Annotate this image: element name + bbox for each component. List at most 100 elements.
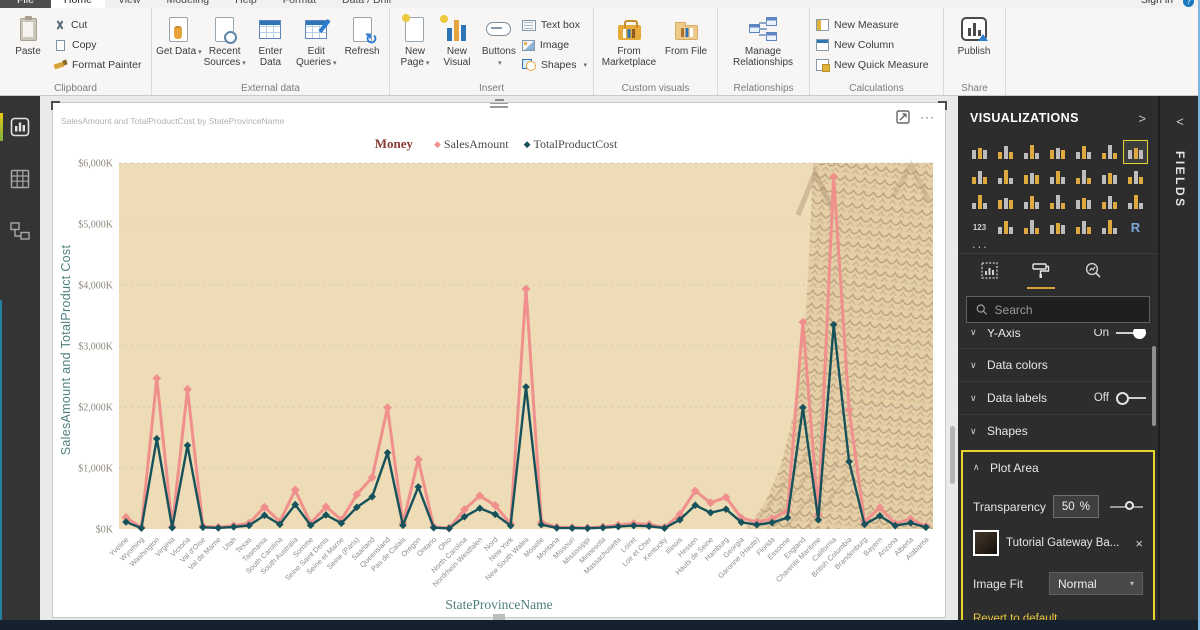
viz-type-matrix[interactable] (1097, 215, 1122, 239)
cut-label: Cut (71, 19, 88, 31)
viz-type-funnel[interactable] (1097, 190, 1122, 214)
paste-button[interactable]: Paste (4, 13, 52, 77)
viz-type-table[interactable] (1071, 215, 1096, 239)
search-input[interactable] (994, 302, 1140, 317)
manage-relationships-button[interactable]: Manage Relationships (722, 13, 804, 77)
enter-data-button[interactable]: Enter Data (248, 13, 294, 77)
new-page-button[interactable]: New Page ▾ (394, 13, 436, 77)
transparency-input[interactable]: 50 % (1052, 495, 1099, 518)
viz-type-stacked-column-chart[interactable] (993, 140, 1018, 164)
new-column-button[interactable]: New Column (816, 37, 937, 54)
canvas-scrollbar-thumb[interactable] (950, 426, 955, 484)
edit-queries-button[interactable]: Edit Queries ▾ (293, 13, 339, 77)
viz-type-stacked-area-chart[interactable] (993, 165, 1018, 189)
report-canvas[interactable]: ··· SalesAmount and TotalProductCost by … (40, 96, 958, 630)
sign-in-link[interactable]: Sign in (1141, 0, 1173, 8)
viz-type-line-clustered-column-chart[interactable] (1019, 165, 1044, 189)
viz-type-gauge[interactable] (1123, 190, 1148, 214)
new-measure-button[interactable]: New Measure (816, 17, 937, 34)
transparency-slider[interactable] (1109, 500, 1143, 510)
viz-type-ribbon-chart[interactable] (1071, 165, 1096, 189)
focus-mode-icon[interactable] (896, 110, 910, 124)
sidebar-item-data-view[interactable] (0, 158, 40, 200)
chart-plot[interactable]: $6,000K $5,000K $4,000K $3,000K $2,000K $1,00… (53, 155, 947, 601)
format-painter-button[interactable]: Format Painter (54, 57, 141, 74)
image-label: Image (539, 39, 570, 51)
viz-type-r-script[interactable]: R (1123, 215, 1148, 239)
collapse-pane-icon[interactable]: > (1138, 111, 1146, 126)
buttons-button[interactable]: Buttons ▾ (478, 13, 520, 77)
from-marketplace-button[interactable]: From Marketplace (598, 13, 660, 77)
sidebar-item-report-view[interactable] (0, 106, 40, 148)
tab-view[interactable]: View (105, 0, 154, 8)
shapes-button[interactable]: Shapes ▾ (521, 57, 587, 74)
more-options-icon[interactable]: ··· (920, 111, 935, 123)
legend-item-totalproductcost[interactable]: ◆ TotalProductCost (524, 137, 618, 151)
visual-drag-handle-icon[interactable] (490, 99, 508, 108)
viz-type-line-chart[interactable] (1123, 140, 1148, 164)
recent-sources-button[interactable]: Recent Sources ▾ (202, 13, 248, 77)
format-search[interactable] (966, 296, 1150, 323)
legend-item-salesamount[interactable]: ◆ SalesAmount (434, 137, 509, 151)
tab-format[interactable] (1027, 262, 1055, 289)
sidebar-item-model-view[interactable] (0, 210, 40, 252)
cut-button[interactable]: Cut (54, 17, 141, 34)
selection-corner-top-right[interactable] (938, 101, 947, 110)
tab-modeling[interactable]: Modeling (154, 0, 223, 8)
viz-type-line-stacked-column-chart[interactable] (1045, 165, 1070, 189)
section-data-colors[interactable]: ∨ Data colors (958, 348, 1158, 381)
viz-type-area-chart[interactable] (967, 165, 992, 189)
selection-corner-top-left[interactable] (51, 101, 60, 110)
fields-pane-collapsed[interactable]: < FIELDS (1158, 96, 1200, 630)
viz-type-pie-chart[interactable] (967, 190, 992, 214)
help-icon[interactable]: ? (1183, 0, 1194, 7)
publish-button[interactable]: Publish (948, 13, 1000, 77)
tab-format[interactable]: Format (270, 0, 329, 8)
expand-fields-icon[interactable]: < (1160, 114, 1200, 129)
background-image-thumbnail[interactable] (973, 530, 999, 556)
transparency-slider-knob[interactable] (1125, 500, 1135, 510)
section-shapes[interactable]: ∨ Shapes (958, 414, 1158, 447)
section-y-axis[interactable]: ∨ Y-Axis On (958, 329, 1158, 348)
tab-help[interactable]: Help (222, 0, 270, 8)
new-visual-button[interactable]: New Visual (436, 13, 478, 77)
data-labels-label: Data labels (987, 391, 1048, 405)
viz-type-slicer[interactable] (1045, 215, 1070, 239)
tab-fields[interactable] (978, 262, 1001, 289)
viz-type-map[interactable] (1045, 190, 1070, 214)
viz-type-donut-chart[interactable] (993, 190, 1018, 214)
viz-type-clustered-bar-chart[interactable] (1019, 140, 1044, 164)
new-quick-measure-button[interactable]: New Quick Measure (816, 57, 937, 74)
text-box-label: Text box (540, 19, 580, 31)
from-file-button[interactable]: From File (660, 13, 712, 77)
viz-type-treemap[interactable] (1019, 190, 1044, 214)
viz-type-clustered-column-chart[interactable] (1045, 140, 1070, 164)
viz-type-100-stacked-bar-chart[interactable] (1071, 140, 1096, 164)
image-button[interactable]: Image (521, 37, 587, 54)
copy-button[interactable]: Copy (54, 37, 141, 54)
data-labels-toggle[interactable] (1116, 391, 1146, 405)
text-box-button[interactable]: Text box (521, 17, 587, 34)
get-data-button[interactable]: Get Data ▾ (156, 13, 202, 77)
y-axis-toggle[interactable] (1116, 329, 1146, 339)
line-chart-visual[interactable]: ··· SalesAmount and TotalProductCost by … (51, 99, 947, 620)
pane-scrollbar-thumb[interactable] (1152, 346, 1156, 426)
viz-type-kpi[interactable] (1019, 215, 1044, 239)
section-data-labels[interactable]: ∨ Data labels Off (958, 381, 1158, 414)
viz-type-waterfall-chart[interactable] (1097, 165, 1122, 189)
tab-data-drill[interactable]: Data / Drill (329, 0, 404, 8)
viz-type-filled-map[interactable] (1071, 190, 1096, 214)
calculations-group-label: Calculations (849, 83, 904, 94)
refresh-button[interactable]: ↻ Refresh (339, 13, 385, 77)
viz-type-stacked-bar-chart[interactable] (967, 140, 992, 164)
tab-home[interactable]: Home (50, 0, 105, 8)
tab-analytics[interactable] (1081, 262, 1105, 289)
more-visuals-icon[interactable]: ... (958, 237, 1158, 253)
remove-image-icon[interactable]: × (1135, 536, 1143, 551)
image-fit-dropdown[interactable]: Normal ▾ (1049, 572, 1143, 595)
viz-type-scatter-chart[interactable] (1123, 165, 1148, 189)
viz-type-100-stacked-column-chart[interactable] (1097, 140, 1122, 164)
tab-file[interactable]: File (0, 0, 51, 8)
viz-type-multi-row-card[interactable] (993, 215, 1018, 239)
section-plot-area[interactable]: ∧ Plot Area (963, 452, 1153, 483)
